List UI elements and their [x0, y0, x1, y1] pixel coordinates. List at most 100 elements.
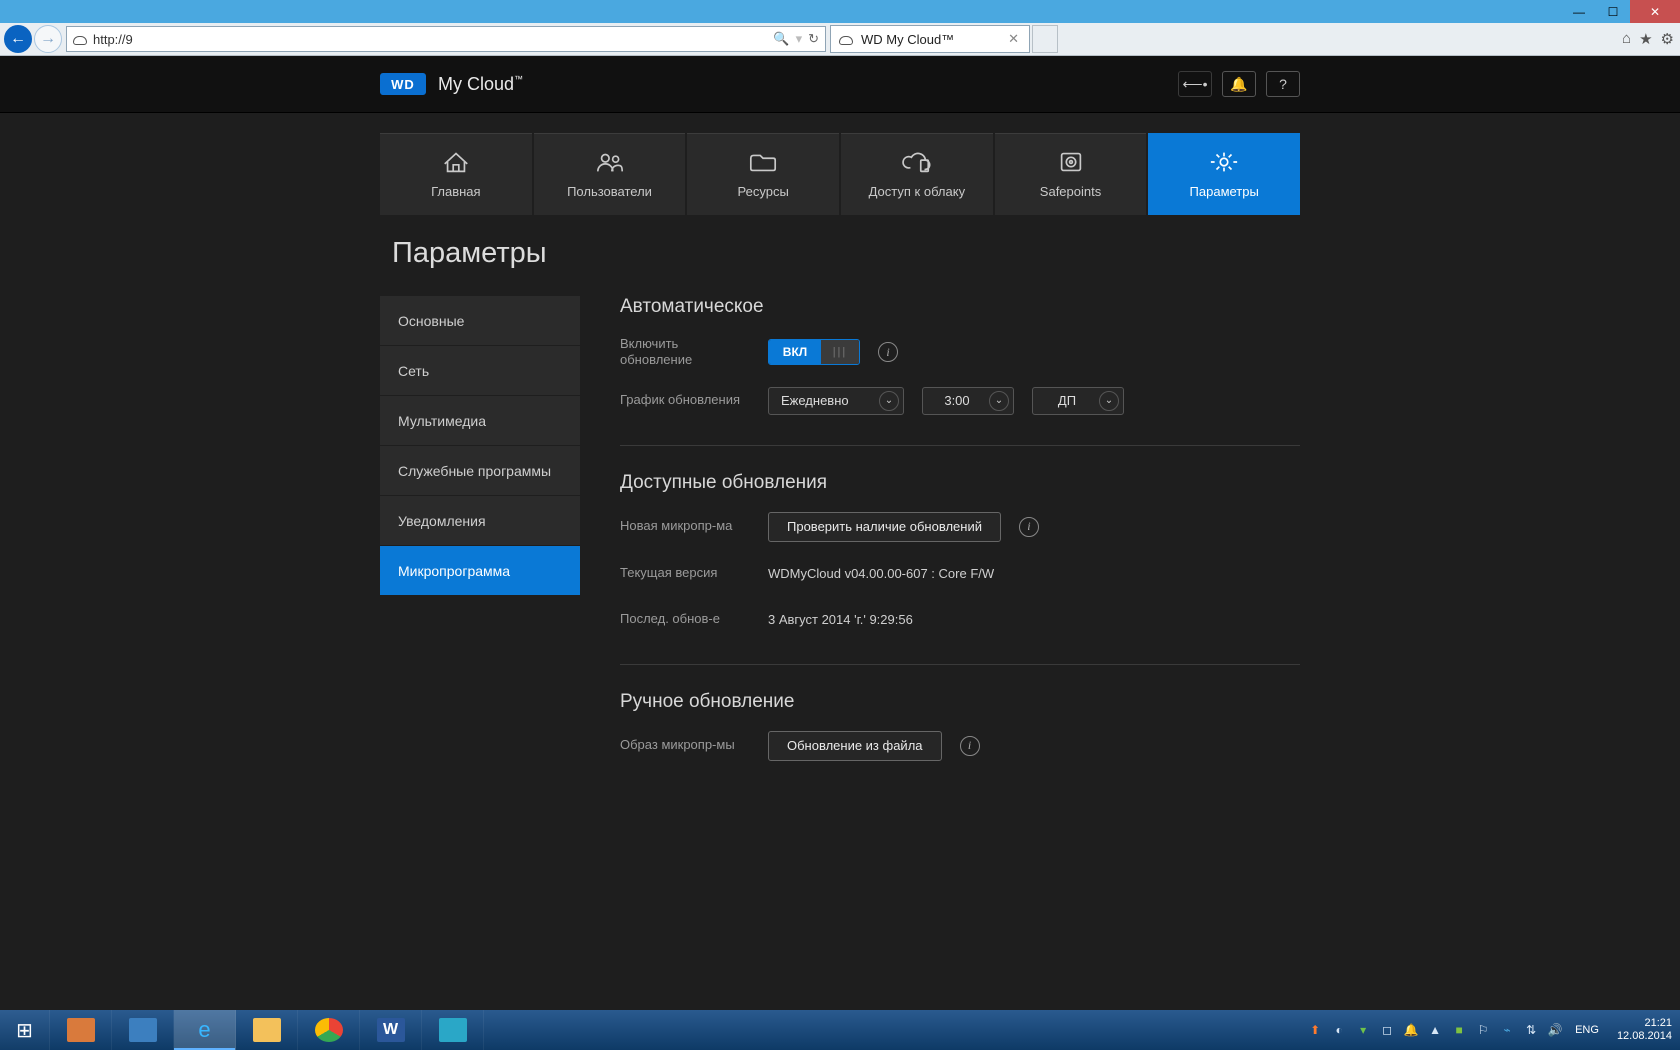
ie-icon: e [191, 1018, 219, 1042]
chevron-down-icon: ⌄ [989, 391, 1009, 411]
search-icon[interactable]: 🔍 [773, 31, 789, 47]
nav-shares[interactable]: Ресурсы [687, 133, 839, 215]
sidebar-item-label: Служебные программы [398, 463, 551, 479]
refresh-icon[interactable]: ↻ [808, 31, 819, 47]
taskbar-ie[interactable]: e [174, 1010, 236, 1050]
ampm-value: ДП [1058, 393, 1076, 408]
nav-cloud-access[interactable]: Доступ к облаку [841, 133, 993, 215]
sidebar-item-firmware[interactable]: Микропрограмма [380, 546, 580, 596]
section-title: Ручное обновление [620, 691, 1300, 713]
site-icon [73, 36, 87, 45]
address-bar[interactable]: http://9 🔍 ▾ ↻ [66, 26, 826, 52]
browser-tab[interactable]: WD My Cloud™ ✕ [830, 25, 1030, 53]
settings-sidebar: Основные Сеть Мультимедиа Служебные прог… [380, 296, 580, 817]
word-icon: W [377, 1018, 405, 1042]
info-icon[interactable]: i [960, 736, 980, 756]
sidebar-item-label: Уведомления [398, 513, 486, 529]
taskbar-clock[interactable]: 21:21 12.08.2014 [1617, 1017, 1672, 1042]
window-restore-button[interactable]: ☐ [1596, 0, 1630, 23]
tray-network-icon[interactable]: ⇅ [1523, 1022, 1539, 1038]
nav-settings[interactable]: Параметры [1148, 133, 1300, 215]
sidebar-item-media[interactable]: Мультимедиа [380, 396, 580, 446]
system-tray: ⬆ ◐ ▾ ◻ 🔔 ▲ ■ ⚐ ⌁ ⇅ 🔊 ENG 21:21 12.08.20… [1299, 1010, 1680, 1050]
update-from-file-button[interactable]: Обновление из файла [768, 731, 942, 761]
taskbar-chrome[interactable] [298, 1010, 360, 1050]
enable-update-toggle[interactable]: ВКЛ ||| [768, 339, 860, 365]
sidebar-item-utilities[interactable]: Служебные программы [380, 446, 580, 496]
tab-close-icon[interactable]: ✕ [1008, 31, 1019, 47]
ie-favorites-icon[interactable]: ★ [1639, 30, 1652, 48]
tray-icon[interactable]: ◐ [1331, 1022, 1347, 1038]
schedule-label: График обновления [620, 392, 750, 408]
button-label: Обновление из файла [787, 738, 923, 753]
nav-users[interactable]: Пользователи [534, 133, 686, 215]
gear-icon [1209, 150, 1239, 174]
nav-safepoints[interactable]: Safepoints [995, 133, 1147, 215]
start-button[interactable]: ⊞ [0, 1010, 50, 1050]
sidebar-item-general[interactable]: Основные [380, 296, 580, 346]
help-icon[interactable]: ? [1266, 71, 1300, 97]
taskbar-explorer[interactable] [236, 1010, 298, 1050]
tray-flag-icon[interactable]: ⚐ [1475, 1022, 1491, 1038]
new-firmware-label: Новая микропр-ма [620, 518, 750, 534]
tab-favicon [839, 36, 853, 45]
folder-icon [253, 1018, 281, 1042]
notifications-icon[interactable]: 🔔 [1222, 71, 1256, 97]
tray-icon[interactable]: ⬆ [1307, 1022, 1323, 1038]
tray-volume-icon[interactable]: 🔊 [1547, 1022, 1563, 1038]
app-icon [439, 1018, 467, 1042]
info-icon[interactable]: i [1019, 517, 1039, 537]
page-viewport: WD My Cloud™ ⟵• 🔔 ? Главная Пользователи… [0, 56, 1680, 1010]
taskbar-app-2[interactable] [112, 1010, 174, 1050]
tab-title: WD My Cloud™ [861, 32, 954, 47]
ie-tools-icon[interactable]: ⚙ [1661, 30, 1674, 48]
current-version-label: Текущая версия [620, 565, 750, 581]
tray-bluetooth-icon[interactable]: ⌁ [1499, 1022, 1515, 1038]
window-close-button[interactable]: ✕ [1630, 0, 1680, 23]
tray-icon[interactable]: 🔔 [1403, 1022, 1419, 1038]
nav-back-button[interactable]: ← [4, 25, 32, 53]
clock-date: 12.08.2014 [1617, 1030, 1672, 1043]
tray-icon[interactable]: ■ [1451, 1022, 1467, 1038]
app-header: WD My Cloud™ ⟵• 🔔 ? [0, 56, 1680, 113]
ie-home-icon[interactable]: ⌂ [1622, 30, 1631, 48]
time-dropdown[interactable]: 3:00 ⌄ [922, 387, 1014, 415]
sidebar-item-network[interactable]: Сеть [380, 346, 580, 396]
app-icon [129, 1018, 157, 1042]
toggle-on-label: ВКЛ [769, 340, 821, 364]
section-manual-update: Ручное обновление Образ микропр-мы Обнов… [620, 691, 1300, 791]
window-minimize-button[interactable]: — [1562, 0, 1596, 23]
section-auto-update: Автоматическое Включить обновление ВКЛ |… [620, 296, 1300, 446]
firmware-image-label: Образ микропр-мы [620, 737, 750, 753]
tray-icon[interactable]: ◻ [1379, 1022, 1395, 1038]
taskbar-app-3[interactable] [422, 1010, 484, 1050]
tray-language[interactable]: ENG [1575, 1024, 1599, 1036]
button-label: Проверить наличие обновлений [787, 519, 982, 534]
tray-icon[interactable]: ▲ [1427, 1022, 1443, 1038]
nav-label: Главная [431, 184, 480, 199]
section-title: Автоматическое [620, 296, 1300, 318]
info-icon[interactable]: i [878, 342, 898, 362]
new-tab-button[interactable] [1032, 25, 1058, 53]
last-update-label: Послед. обнов-е [620, 611, 750, 627]
tray-icon[interactable]: ▾ [1355, 1022, 1371, 1038]
cloud-access-icon [902, 150, 932, 174]
nav-home[interactable]: Главная [380, 133, 532, 215]
usb-icon[interactable]: ⟵• [1178, 71, 1212, 97]
check-updates-button[interactable]: Проверить наличие обновлений [768, 512, 1001, 542]
top-nav: Главная Пользователи Ресурсы Доступ к об… [380, 133, 1300, 215]
page-title: Параметры [392, 237, 1300, 270]
taskbar: ⊞ e W ⬆ ◐ ▾ ◻ 🔔 ▲ ■ ⚐ ⌁ ⇅ 🔊 ENG 21:21 12… [0, 1010, 1680, 1050]
taskbar-app-1[interactable] [50, 1010, 112, 1050]
clock-time: 21:21 [1617, 1017, 1672, 1030]
sidebar-item-label: Мультимедиа [398, 413, 486, 429]
brand-logo[interactable]: WD My Cloud™ [380, 73, 523, 95]
sidebar-item-notifications[interactable]: Уведомления [380, 496, 580, 546]
taskbar-word[interactable]: W [360, 1010, 422, 1050]
ampm-dropdown[interactable]: ДП ⌄ [1032, 387, 1124, 415]
current-version-value: WDMyCloud v04.00.00-607 : Core F/W [768, 566, 994, 581]
time-value: 3:00 [944, 393, 969, 408]
nav-forward-button[interactable]: → [34, 25, 62, 53]
address-url: http://9 [93, 32, 133, 47]
frequency-dropdown[interactable]: Ежедневно ⌄ [768, 387, 904, 415]
